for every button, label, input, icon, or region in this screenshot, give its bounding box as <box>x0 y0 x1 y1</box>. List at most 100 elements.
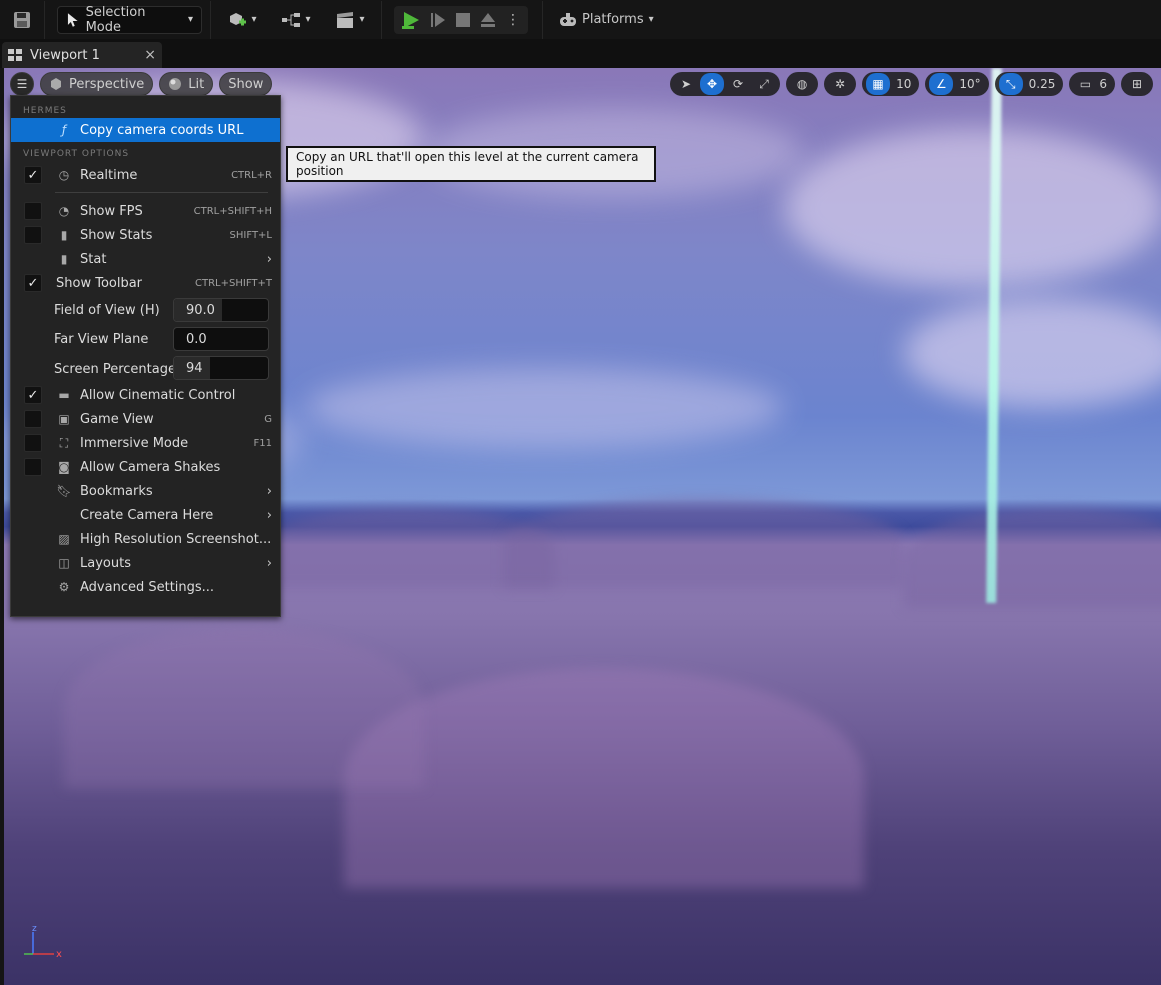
tab-bar: Viewport 1 × <box>0 39 1161 68</box>
realtime-checkbox[interactable]: ✓ <box>24 166 42 184</box>
menu-item-realtime[interactable]: ✓ ◷ Realtime CTRL+R <box>11 163 280 187</box>
angle-icon: ∠ <box>929 73 954 95</box>
fov-input[interactable]: 90.0 <box>173 298 269 322</box>
show-stats-checkbox[interactable] <box>24 226 42 244</box>
lit-label: Lit <box>188 76 205 92</box>
toolbar-divider <box>542 0 543 39</box>
terrain-hill <box>504 498 904 588</box>
menu-item-allow-cinematic-control[interactable]: ✓ ▬ Allow Cinematic Control <box>11 383 280 407</box>
rotation-snap-value[interactable]: 10° <box>955 77 984 91</box>
menu-item-copy-camera-url[interactable]: ƒ Copy camera coords URL <box>11 118 280 142</box>
hamburger-icon: ☰ <box>16 77 28 91</box>
menu-item-game-view[interactable]: ▣ Game View G <box>11 407 280 431</box>
perspective-button[interactable]: Perspective <box>40 72 154 96</box>
select-cursor-icon[interactable]: ➤ <box>674 73 698 95</box>
scale-snap-group[interactable]: ⤡ 0.25 <box>994 72 1064 96</box>
menu-item-label: Realtime <box>80 167 138 183</box>
viewport-layout-icon <box>8 49 22 61</box>
chevron-down-icon: ▾ <box>187 14 193 25</box>
stop-icon[interactable] <box>454 11 472 29</box>
far-view-label: Far View Plane <box>54 331 149 347</box>
menu-item-bookmarks[interactable]: 🔖︎ Bookmarks › <box>11 479 280 503</box>
scale-icon[interactable]: ⤢ <box>752 73 776 95</box>
viewport-menu-button[interactable]: ☰ <box>10 72 34 96</box>
surface-snap-toggle[interactable]: ✲ <box>824 72 857 96</box>
menu-item-label: Show Stats <box>80 227 153 243</box>
menu-item-high-res-screenshot[interactable]: ▨ High Resolution Screenshot... <box>11 527 280 551</box>
perspective-label: Perspective <box>69 76 145 92</box>
menu-item-label: Allow Camera Shakes <box>80 459 221 475</box>
menu-item-label: Copy camera coords URL <box>80 122 244 138</box>
clapperboard-icon <box>337 11 354 28</box>
menu-item-label: High Resolution Screenshot... <box>80 531 272 547</box>
cloud <box>784 128 1161 288</box>
cloud <box>304 368 784 448</box>
play-icon[interactable] <box>400 10 422 30</box>
menu-item-label: Bookmarks <box>80 483 153 499</box>
menu-item-label: Layouts <box>80 555 131 571</box>
shortcut-label: CTRL+SHIFT+H <box>193 205 272 217</box>
menu-item-show-fps[interactable]: ◔ Show FPS CTRL+SHIFT+H <box>11 199 280 223</box>
show-button[interactable]: Show <box>219 72 273 96</box>
menu-item-advanced-settings[interactable]: ⚙ Advanced Settings... <box>11 575 280 599</box>
cinematic-checkbox[interactable]: ✓ <box>24 386 42 404</box>
tab-viewport-1[interactable]: Viewport 1 × <box>2 42 162 68</box>
camera-speed-value[interactable]: 6 <box>1099 77 1111 91</box>
camera-shakes-checkbox[interactable] <box>24 458 42 476</box>
grid-snap-value[interactable]: 10 <box>892 77 915 91</box>
show-fps-checkbox[interactable] <box>24 202 42 220</box>
menu-item-show-stats[interactable]: ▮ Show Stats SHIFT+L <box>11 223 280 247</box>
cursor-icon <box>67 12 78 27</box>
toolbar-divider <box>381 0 382 39</box>
layout-toggle[interactable]: ⊞ <box>1121 72 1153 96</box>
eject-icon[interactable] <box>478 11 498 29</box>
camera-icon: ▭ <box>1079 77 1092 91</box>
clapperboard-icon: ▬ <box>58 388 70 402</box>
scale-snap-value[interactable]: 0.25 <box>1025 77 1060 91</box>
blueprint-button[interactable]: ▾ <box>273 6 319 34</box>
menu-item-immersive-mode[interactable]: ⛶ Immersive Mode F11 <box>11 431 280 455</box>
chevron-right-icon: › <box>266 251 272 267</box>
more-options-icon[interactable]: ⋮ <box>504 12 522 28</box>
viewport-options-menu: HERMES ƒ Copy camera coords URL VIEWPORT… <box>10 95 281 617</box>
view-mode-button[interactable]: Lit <box>159 72 214 96</box>
platforms-dropdown[interactable]: Platforms ▾ <box>559 6 654 34</box>
game-view-checkbox[interactable] <box>24 410 42 428</box>
screenshot-icon: ▨ <box>58 532 70 546</box>
save-icon <box>14 11 30 28</box>
axis-z-label: z <box>32 924 37 934</box>
add-actor-button[interactable]: ▾ <box>219 6 265 34</box>
menu-item-label: Immersive Mode <box>80 435 189 451</box>
camera-speed-group[interactable]: ▭ 6 <box>1069 72 1115 96</box>
viewport-toolbar-left: ☰ Perspective Lit Show <box>10 72 273 96</box>
coordinate-space-toggle[interactable]: ◍ <box>786 72 819 96</box>
menu-item-show-toolbar[interactable]: ✓ Show Toolbar CTRL+SHIFT+T <box>11 271 280 295</box>
close-icon[interactable]: × <box>144 47 156 63</box>
rotation-snap-group[interactable]: ∠ 10° <box>925 72 989 96</box>
menu-item-layouts[interactable]: ◫ Layouts › <box>11 551 280 575</box>
far-view-input[interactable]: 0.0 <box>173 327 269 351</box>
gamepad-icon <box>560 12 576 26</box>
chevron-right-icon: › <box>266 483 272 499</box>
cinematics-button[interactable]: ▾ <box>327 6 373 34</box>
terrain-hill <box>64 628 424 788</box>
menu-item-stat[interactable]: ▮ Stat › <box>11 247 280 271</box>
screen-pct-input[interactable]: 94 <box>173 356 269 380</box>
fov-label: Field of View (H) <box>54 302 160 318</box>
move-icon[interactable]: ✥ <box>700 73 725 95</box>
menu-item-allow-camera-shakes[interactable]: ◙ Allow Camera Shakes <box>11 455 280 479</box>
rotate-icon[interactable]: ⟳ <box>726 73 750 95</box>
advance-frame-icon[interactable] <box>428 11 448 29</box>
show-label: Show <box>228 76 264 92</box>
menu-item-label: Game View <box>80 411 154 427</box>
chevron-down-icon: ▾ <box>305 14 311 25</box>
blueprint-icon <box>282 12 301 27</box>
grid-snap-group[interactable]: ▦ 10 <box>862 72 920 96</box>
show-toolbar-checkbox[interactable]: ✓ <box>24 274 42 292</box>
menu-item-label: Create Camera Here <box>80 507 214 523</box>
menu-item-create-camera-here[interactable]: Create Camera Here › <box>11 503 280 527</box>
immersive-checkbox[interactable] <box>24 434 42 452</box>
selection-mode-dropdown[interactable]: Selection Mode ▾ <box>57 5 202 35</box>
save-button[interactable] <box>0 6 44 34</box>
chevron-right-icon: › <box>266 507 272 523</box>
